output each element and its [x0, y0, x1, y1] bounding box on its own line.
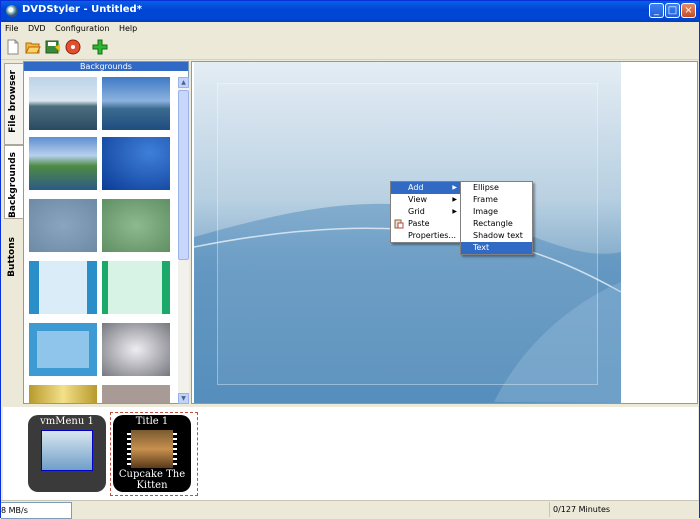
menu-file[interactable]: File: [1, 22, 21, 35]
submenu-arrow-icon: ▶: [452, 184, 457, 191]
menu-item-view-label: View: [408, 195, 427, 204]
submenu-item-frame[interactable]: Frame: [461, 194, 532, 206]
tab-backgrounds[interactable]: Backgrounds: [4, 145, 23, 219]
scroll-thumb[interactable]: [178, 90, 189, 260]
background-thumbnail[interactable]: [102, 323, 170, 376]
paste-icon: [394, 219, 404, 229]
background-thumbnail[interactable]: [29, 77, 97, 130]
titleset-item-subtitle: Cupcake The Kitten: [118, 469, 186, 491]
app-icon: [6, 5, 18, 17]
menu-configuration[interactable]: Configuration: [51, 22, 112, 35]
maximize-button[interactable]: □: [665, 3, 680, 18]
backgrounds-scrollbar[interactable]: ▲ ▼: [178, 77, 189, 404]
submenu-arrow-icon: ▶: [452, 208, 457, 215]
burn-icon[interactable]: [65, 39, 81, 55]
add-submenu: Ellipse Frame Image Rectangle Shadow tex…: [460, 181, 533, 255]
background-thumbnail[interactable]: [29, 323, 97, 376]
toolbar: [1, 35, 699, 60]
menu-item-properties-label: Properties...: [408, 231, 457, 240]
menu-item-add[interactable]: Add ▶: [391, 182, 461, 194]
tab-backgrounds-label: Backgrounds: [8, 152, 18, 218]
submenu-item-text[interactable]: Text: [461, 242, 532, 254]
menu-help[interactable]: Help: [115, 22, 140, 35]
background-thumbnail[interactable]: [29, 199, 97, 252]
menu-thumbnail: [41, 430, 93, 471]
close-button[interactable]: ×: [681, 3, 696, 18]
menu-item-grid[interactable]: Grid ▶: [391, 206, 461, 218]
titleset-item-caption: Title 1: [135, 416, 169, 427]
window-title: DVDStyler - Untitled*: [22, 4, 142, 15]
tab-file-browser[interactable]: File browser: [4, 63, 23, 145]
tab-buttons-label: Buttons: [7, 237, 17, 277]
side-tabs: File browser Backgrounds Buttons: [3, 61, 23, 404]
background-thumbnail[interactable]: [102, 385, 170, 403]
titleset-item-menu[interactable]: vmMenu 1: [28, 415, 106, 492]
status-rate: 8 MB/s: [1, 502, 72, 519]
filmstrip-edge: [173, 430, 177, 468]
minimize-button[interactable]: _: [649, 3, 664, 18]
submenu-item-ellipse[interactable]: Ellipse: [461, 182, 532, 194]
tab-buttons[interactable]: Buttons: [4, 231, 22, 291]
background-thumbnail[interactable]: [102, 137, 170, 190]
status-bar: 8 MB/s 0/127 Minutes: [1, 500, 700, 519]
submenu-item-rectangle[interactable]: Rectangle: [461, 218, 532, 230]
backgrounds-panel: Backgrounds: [23, 61, 189, 404]
video-thumbnail: [127, 430, 177, 468]
background-thumbnail[interactable]: [102, 77, 170, 130]
app-window: DVDStyler - Untitled* _ □ × File DVD Con…: [0, 0, 700, 519]
background-thumbnail[interactable]: [29, 261, 97, 314]
menu-item-paste-label: Paste: [408, 219, 430, 228]
filmstrip-edge: [127, 430, 131, 468]
submenu-item-shadow-text[interactable]: Shadow text: [461, 230, 532, 242]
menu-item-view[interactable]: View ▶: [391, 194, 461, 206]
submenu-arrow-icon: ▶: [452, 196, 457, 203]
menu-bar: File DVD Configuration Help: [1, 22, 699, 35]
menu-item-grid-label: Grid: [408, 207, 425, 216]
titleset-item-title[interactable]: Title 1 Cupcake The Kitten: [113, 415, 191, 492]
save-icon[interactable]: [45, 39, 61, 55]
menu-dvd[interactable]: DVD: [24, 22, 49, 35]
backgrounds-panel-title: Backgrounds: [24, 62, 188, 71]
background-thumbnail[interactable]: [102, 199, 170, 252]
new-icon[interactable]: [5, 39, 21, 55]
title-bar[interactable]: DVDStyler - Untitled* _ □ ×: [1, 1, 699, 22]
status-duration: 0/127 Minutes: [549, 502, 700, 517]
background-thumbnail[interactable]: [29, 137, 97, 190]
background-thumbnail[interactable]: [102, 261, 170, 314]
scroll-up-icon[interactable]: ▲: [178, 77, 189, 88]
open-icon[interactable]: [25, 39, 41, 55]
background-thumbnail[interactable]: [29, 385, 97, 403]
submenu-item-image[interactable]: Image: [461, 206, 532, 218]
menu-item-properties[interactable]: Properties...: [391, 230, 461, 242]
tab-file-browser-label: File browser: [8, 70, 18, 133]
titleset-item-caption: vmMenu 1: [40, 416, 94, 427]
scroll-down-icon[interactable]: ▼: [178, 393, 189, 404]
menu-item-add-label: Add: [408, 183, 424, 192]
context-menu: Add ▶ View ▶ Grid ▶ Paste Properties...: [390, 181, 462, 243]
menu-item-paste[interactable]: Paste: [391, 218, 461, 230]
titleset-panel: vmMenu 1 Title 1 Cupcake The Kitten: [3, 405, 698, 502]
add-icon[interactable]: [92, 39, 108, 55]
